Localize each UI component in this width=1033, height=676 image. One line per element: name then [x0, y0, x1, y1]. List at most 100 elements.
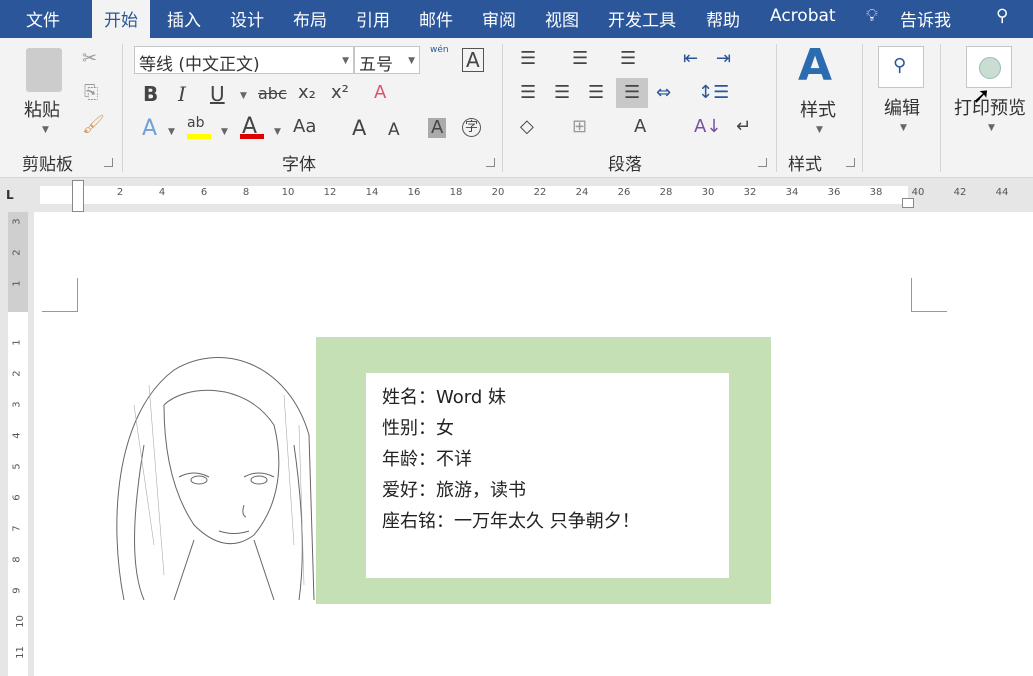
group-label-font: 字体 [282, 150, 316, 175]
info-line-motto: 座右铭：一万年太久 只争朝夕！ [382, 507, 713, 538]
chevron-down-icon[interactable]: ▼ [900, 124, 907, 133]
change-case-button[interactable]: Aa [293, 118, 316, 136]
styles-icon[interactable]: A [798, 44, 832, 88]
enclose-character-button[interactable]: 字 [462, 118, 481, 137]
tab-selector-icon[interactable]: L [6, 188, 14, 202]
asian-layout-icon[interactable]: A [634, 118, 646, 136]
tab-mailings[interactable]: 邮件 [419, 6, 453, 31]
tab-view[interactable]: 视图 [545, 6, 579, 31]
character-shading-button[interactable]: A [428, 118, 446, 138]
italic-button[interactable]: I [178, 84, 186, 104]
justify-icon[interactable]: ☰ [616, 78, 648, 108]
ruler-number: 36 [828, 187, 841, 198]
share-user-icon[interactable]: ⚲ [996, 6, 1008, 26]
editing-button[interactable]: 编辑 [884, 94, 920, 120]
chevron-down-icon[interactable]: ▼ [168, 128, 175, 137]
search-icon[interactable]: ⚲ [878, 46, 924, 88]
indent-marker[interactable] [72, 180, 84, 212]
font-size-select[interactable]: 五号▼ [354, 46, 420, 74]
sketch-girl-image[interactable] [104, 345, 319, 605]
text-effects-icon[interactable]: A [142, 118, 157, 140]
mouse-cursor-icon: ➚ [972, 86, 990, 108]
format-painter-icon[interactable]: 🖌︎ [82, 116, 105, 134]
show-marks-icon[interactable]: ↵ [736, 118, 751, 136]
font-name-value: 等线 (中文正文) [139, 55, 260, 75]
tab-layout[interactable]: 布局 [293, 6, 327, 31]
align-right-icon[interactable]: ☰ [588, 84, 604, 102]
underline-dropdown-icon[interactable]: ▼ [240, 92, 247, 101]
font-name-select[interactable]: 等线 (中文正文)▼ [134, 46, 354, 74]
info-line-gender: 性别：女 [382, 414, 713, 445]
shading-icon[interactable]: ◇ [520, 118, 534, 136]
paste-button[interactable]: 粘贴 [24, 96, 60, 122]
info-textbox[interactable]: 姓名：Word 妹 性别：女 年龄：不详 爱好：旅游，读书 座右铭：一万年太久 … [366, 373, 729, 578]
tab-insert[interactable]: 插入 [167, 6, 201, 31]
tab-file[interactable]: 文件 [26, 6, 60, 31]
group-label-clipboard: 剪贴板 [22, 150, 73, 175]
decrease-indent-icon[interactable]: ⇤ [683, 50, 698, 68]
numbering-icon[interactable]: ☰ [572, 50, 588, 68]
underline-button[interactable]: U [210, 84, 225, 104]
tab-home[interactable]: 开始 [92, 0, 150, 39]
shrink-font-button[interactable]: A [388, 122, 400, 139]
paste-clipboard-icon[interactable] [26, 48, 62, 92]
sort-icon[interactable]: A↓ [694, 118, 721, 136]
distributed-icon[interactable]: ⇔ [656, 84, 671, 102]
clipboard-launcher-icon[interactable] [104, 158, 113, 167]
superscript-button[interactable]: x² [331, 84, 349, 102]
ruler-number: 1 [12, 280, 23, 286]
font-color-bar [240, 134, 264, 139]
chevron-down-icon[interactable]: ▼ [221, 128, 228, 137]
multilevel-list-icon[interactable]: ☰ [620, 50, 636, 68]
borders-icon[interactable]: ⊞ [572, 118, 587, 136]
cut-icon[interactable]: ✂ [82, 50, 97, 68]
ruler-number: 6 [201, 187, 207, 198]
tab-developer[interactable]: 开发工具 [608, 6, 676, 31]
vertical-ruler[interactable]: 3211234567891011 [0, 212, 34, 676]
group-label-paragraph: 段落 [608, 150, 642, 175]
divider [122, 44, 123, 172]
ruler-number: 24 [576, 187, 589, 198]
font-launcher-icon[interactable] [486, 158, 495, 167]
ribbon: 粘贴 ▼ ✂ ⎘ 🖌︎ 剪贴板 等线 (中文正文)▼ 五号▼ wén A B I… [0, 38, 1033, 178]
tab-help[interactable]: 帮助 [706, 6, 740, 31]
bullets-icon[interactable]: ☰ [520, 50, 536, 68]
strikethrough-button[interactable]: abc [258, 86, 287, 102]
chevron-down-icon[interactable]: ▼ [988, 124, 995, 133]
phonetic-guide-button[interactable]: wén [430, 46, 449, 55]
tell-me-search[interactable]: 告诉我 [900, 6, 951, 31]
tab-design[interactable]: 设计 [230, 6, 264, 31]
line-spacing-icon[interactable]: ↕☰ [698, 84, 729, 102]
increase-indent-icon[interactable]: ⇥ [716, 50, 731, 68]
page-corner-mark [42, 278, 78, 312]
paste-dropdown-icon[interactable]: ▼ [42, 126, 49, 135]
ruler-number: 2 [117, 187, 123, 198]
align-center-icon[interactable]: ☰ [554, 84, 570, 102]
character-border-button[interactable]: A [462, 48, 484, 72]
grow-font-button[interactable]: A [352, 118, 366, 139]
subscript-button[interactable]: x₂ [298, 84, 316, 102]
page-corner-mark [911, 278, 947, 312]
styles-launcher-icon[interactable] [846, 158, 855, 167]
paragraph-launcher-icon[interactable] [758, 158, 767, 167]
align-left-icon[interactable]: ☰ [520, 84, 536, 102]
clear-formatting-icon[interactable]: A [374, 84, 386, 102]
ruler-number: 34 [786, 187, 799, 198]
styles-button[interactable]: 样式 [800, 96, 836, 122]
tab-references[interactable]: 引用 [356, 6, 390, 31]
highlight-icon[interactable]: ab [187, 116, 204, 130]
tab-acrobat[interactable]: Acrobat [770, 6, 836, 26]
ruler-number: 22 [534, 187, 547, 198]
right-indent-marker[interactable] [902, 198, 914, 208]
ruler-number: 11 [15, 646, 26, 659]
divider [940, 44, 941, 172]
chevron-down-icon[interactable]: ▼ [816, 126, 823, 135]
bold-button[interactable]: B [143, 84, 158, 104]
chevron-down-icon[interactable]: ▼ [274, 128, 281, 137]
print-preview-icon[interactable] [966, 46, 1012, 88]
copy-icon[interactable]: ⎘ [84, 84, 98, 102]
ruler-number: 5 [12, 463, 23, 469]
horizontal-ruler[interactable]: L 24681012141618202224262830323436384042… [0, 178, 1033, 212]
ribbon-tab-bar: 文件 开始 插入 设计 布局 引用 邮件 审阅 视图 开发工具 帮助 Acrob… [0, 0, 1033, 38]
tab-review[interactable]: 审阅 [482, 6, 516, 31]
